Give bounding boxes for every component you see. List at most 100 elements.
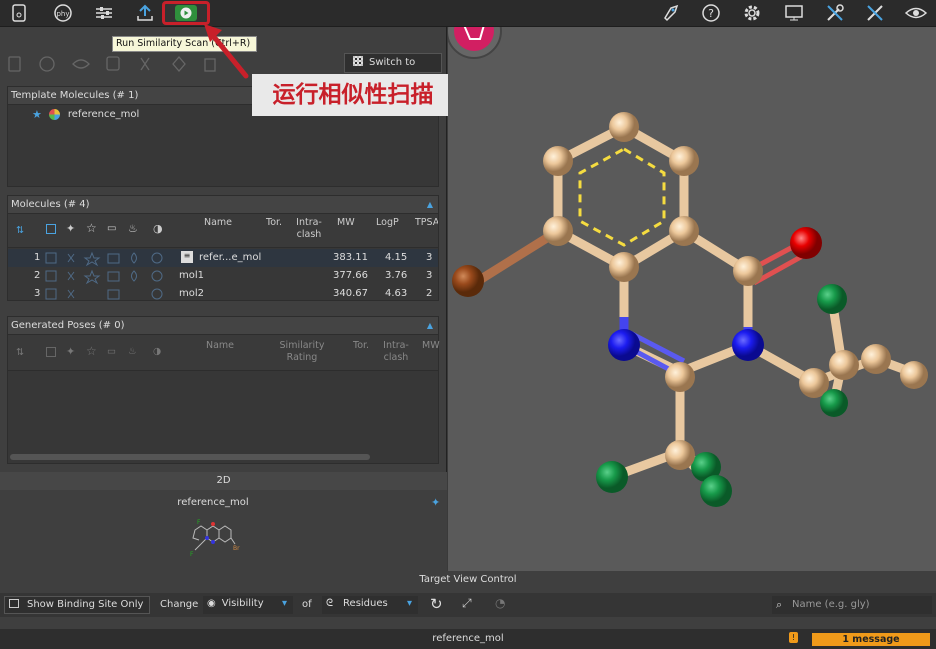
col-intra-clash[interactable]: Intra- clash (381, 340, 411, 364)
top-toolbar: phy ? (0, 0, 936, 27)
sliders-icon[interactable] (93, 3, 115, 23)
grid-icon (353, 56, 363, 66)
warning-icon[interactable]: ! (789, 632, 798, 643)
view-2d-molecule-name: reference_mol (177, 497, 249, 508)
tools-alt-icon[interactable] (864, 3, 886, 23)
select-all-checkbox[interactable] (46, 347, 56, 357)
palette-icon[interactable] (48, 108, 60, 120)
switch-to-grid-button[interactable]: Switch to Grid (344, 53, 442, 86)
target-view-toolbar: Show Binding Site Only Change ◉ Visibilit… (0, 593, 936, 617)
palette-column-icon[interactable]: ◑ (153, 223, 163, 235)
residue-icon: ᘓ (326, 598, 334, 609)
row-logp: 3.76 (385, 270, 408, 281)
molecules-panel-title: Molecules (# 4) ▲ (8, 196, 438, 214)
surface-icon[interactable]: ◔ (495, 596, 505, 610)
structure-2d-drawing: Br F F (190, 519, 240, 558)
collapse-icon[interactable]: ▲ (427, 317, 433, 335)
link-icon[interactable]: ⤢ (462, 596, 472, 611)
show-binding-site-label: Show Binding Site Only (27, 599, 144, 610)
row-mw: 340.67 (333, 288, 368, 299)
table-row[interactable]: 1 ≡ refer...e_mol 383.11 4.15 3 (8, 249, 438, 267)
sort-icon[interactable]: ⇅ (16, 225, 24, 237)
col-logp[interactable]: LogP (376, 217, 399, 229)
star-column-icon[interactable]: ☆ (86, 222, 97, 234)
change-label: Change (160, 599, 199, 610)
table-row[interactable]: 2 mol1 377.66 3.76 3 (8, 267, 438, 285)
view-2d-title: 2D (216, 475, 231, 486)
monitor-icon[interactable] (783, 3, 805, 23)
row-mw: 377.66 (333, 270, 368, 281)
sort-icon[interactable]: ⇅ (16, 347, 24, 359)
comment-column-icon[interactable]: ▭ (107, 346, 116, 358)
horizontal-scrollbar[interactable] (10, 454, 370, 460)
svg-text:F: F (190, 551, 194, 558)
molecules-panel: Molecules (# 4) ▲ ⇅ ✦ ☆ ▭ ♨ ◑ Name Tor. I… (7, 195, 439, 301)
file-icon[interactable] (8, 3, 30, 23)
row-name: mol1 (179, 270, 204, 281)
flame-column-icon[interactable]: ♨ (128, 223, 138, 235)
collapse-icon[interactable]: ▲ (427, 196, 433, 214)
flame-column-icon[interactable]: ♨ (128, 346, 137, 358)
col-intra-clash[interactable]: Intra- clash (294, 217, 324, 241)
molecules-column-header: ⇅ ✦ ☆ ▭ ♨ ◑ Name Tor. Intra- clash MW Lo… (8, 214, 438, 248)
row-tpsa: 3 (426, 252, 433, 263)
col-similarity-rating[interactable]: Similarity Rating (270, 340, 334, 364)
view-2d-header: 2D (0, 472, 447, 490)
checkbox-icon (9, 599, 19, 608)
star-column-icon[interactable]: ☆ (86, 345, 97, 357)
eye-settings-icon[interactable] (905, 3, 927, 23)
molecule-3d-scene[interactable] (448, 27, 936, 571)
col-tor[interactable]: Tor. (353, 340, 369, 352)
play-icon (175, 5, 197, 21)
molecule-3d-viewer[interactable] (448, 27, 936, 571)
search-icon: ⌕ (776, 598, 783, 611)
pin-icon[interactable]: ★ (32, 108, 42, 121)
svg-text:Br: Br (233, 545, 240, 552)
template-item[interactable]: ★ reference_mol (32, 107, 139, 121)
target-view-control: Target View Control Show Binding Site On… (0, 571, 936, 649)
rocket-icon[interactable] (660, 3, 682, 23)
settings-icon[interactable] (741, 3, 763, 23)
residue-search-placeholder: Name (e.g. gly) (792, 599, 870, 610)
col-mw[interactable]: MW (337, 217, 355, 229)
poses-column-header: ⇅ ✦ ☆ ▭ ♨ ◑ Name Similarity Rating Tor. … (8, 335, 440, 371)
col-mw[interactable]: MW (422, 340, 440, 352)
generated-poses-panel: Generated Poses (# 0) ▲ ⇅ ✦ ☆ ▭ ♨ ◑ Name … (7, 316, 440, 464)
row-index: 3 (34, 288, 41, 299)
chevron-down-icon: ▾ (406, 598, 412, 609)
comment-column-icon[interactable]: ▭ (107, 223, 116, 235)
select-all-checkbox[interactable] (46, 224, 56, 234)
pin-column-icon[interactable]: ✦ (66, 346, 75, 358)
row-logp: 4.15 (385, 252, 408, 263)
show-binding-site-button[interactable]: Show Binding Site Only (4, 596, 150, 614)
table-row[interactable]: 3 mol2 340.67 4.63 2 (8, 285, 438, 300)
phys-chem-icon[interactable]: phy (52, 3, 74, 23)
message-badge[interactable]: 1 message (812, 633, 930, 646)
pin-icon[interactable]: ✦ (431, 496, 440, 509)
atoms (452, 112, 928, 507)
residue-search-input[interactable]: ⌕ Name (e.g. gly) (772, 596, 932, 614)
view-2d-panel: reference_mol ✦ Br F F (0, 490, 447, 571)
row-name: refer...e_mol (199, 252, 262, 263)
upload-icon[interactable] (134, 3, 156, 23)
reset-view-icon[interactable]: ↻ (430, 595, 443, 613)
col-name[interactable]: Name (206, 340, 234, 352)
structure-icon[interactable]: ≡ (181, 251, 193, 263)
pin-column-icon[interactable]: ✦ (66, 223, 75, 235)
row-logp: 4.63 (385, 288, 408, 299)
residues-label: Residues (343, 598, 388, 609)
visibility-dropdown[interactable]: ◉ Visibility ▾ (203, 596, 293, 614)
tools-icon[interactable] (824, 3, 846, 23)
col-tpsa[interactable]: TPSA (415, 217, 438, 229)
svg-text:F: F (197, 519, 201, 526)
of-label: of (302, 599, 312, 610)
row-tpsa: 3 (426, 270, 433, 281)
visibility-label: Visibility (221, 598, 264, 609)
help-icon[interactable]: ? (700, 3, 722, 23)
col-name[interactable]: Name (204, 217, 232, 229)
col-tor[interactable]: Tor. (266, 217, 282, 229)
annotation-label: 运行相似性扫描 (252, 74, 454, 116)
palette-column-icon[interactable]: ◑ (153, 346, 161, 358)
chevron-down-icon: ▾ (281, 598, 287, 609)
residues-dropdown[interactable]: ᘓ Residues ▾ (322, 596, 418, 614)
